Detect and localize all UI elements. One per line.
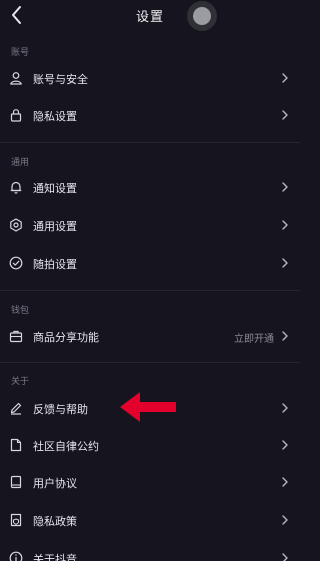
section-divider	[0, 142, 300, 143]
section-label-general: 通用	[11, 158, 30, 168]
chevron-right-icon	[282, 403, 288, 413]
pencil-icon	[10, 402, 22, 415]
chevron-right-icon	[282, 258, 288, 268]
document-icon	[10, 438, 22, 452]
chevron-right-icon	[282, 110, 288, 120]
section-divider	[0, 362, 300, 363]
row-label: 随拍设置	[33, 258, 77, 271]
row-label: 反馈与帮助	[33, 403, 88, 416]
section-divider	[0, 290, 300, 291]
row-product-sharing[interactable]: 商品分享功能 立即开通	[0, 318, 300, 355]
chevron-right-icon	[282, 477, 288, 487]
row-user-agreement[interactable]: 用户协议	[0, 464, 300, 501]
chevron-right-icon	[282, 220, 288, 230]
row-privacy-policy[interactable]: 隐私政策	[0, 502, 300, 539]
book-icon	[10, 475, 22, 489]
chevron-right-icon	[282, 440, 288, 450]
row-label: 隐私设置	[33, 110, 77, 123]
row-label: 通用设置	[33, 220, 77, 233]
gear-icon	[10, 218, 22, 232]
chevron-right-icon	[282, 331, 288, 341]
nav-bar: 设置	[0, 0, 300, 32]
settings-screen: 设置 账号 账号与安全 隐私设置 通用 通知设置 通用设置 随拍设置 钱包 商品…	[0, 0, 300, 561]
row-privacy-settings[interactable]: 隐私设置	[0, 97, 300, 134]
chevron-right-icon	[282, 515, 288, 525]
annotation-arrow-icon	[120, 392, 176, 422]
user-icon	[10, 72, 22, 85]
chevron-right-icon	[282, 73, 288, 83]
check-circle-icon	[9, 256, 23, 270]
row-label: 账号与安全	[33, 73, 88, 86]
page-title: 设置	[135, 10, 164, 25]
row-general-settings[interactable]: 通用设置	[0, 207, 300, 244]
floating-assistive-button[interactable]	[187, 1, 217, 31]
row-account-security[interactable]: 账号与安全	[0, 60, 300, 97]
row-community-guidelines[interactable]: 社区自律公约	[0, 427, 300, 464]
chevron-right-icon	[282, 182, 288, 192]
briefcase-icon	[9, 330, 23, 343]
row-label: 社区自律公约	[33, 440, 99, 453]
row-notification-settings[interactable]: 通知设置	[0, 169, 300, 206]
row-about-douyin[interactable]: 关于抖音	[0, 540, 300, 561]
info-icon	[9, 551, 23, 561]
row-label: 通知设置	[33, 182, 77, 195]
row-label: 关于抖音	[33, 553, 77, 561]
row-label: 隐私政策	[33, 515, 77, 528]
row-label: 用户协议	[33, 477, 77, 490]
row-label: 商品分享功能	[33, 331, 99, 344]
section-label-about: 关于	[11, 377, 30, 387]
bell-icon	[10, 181, 22, 194]
section-label-account: 账号	[11, 48, 30, 58]
row-shoot-settings[interactable]: 随拍设置	[0, 245, 300, 282]
section-label-wallet: 钱包	[11, 306, 30, 316]
chevron-right-icon	[282, 553, 288, 561]
activate-now-link[interactable]: 立即开通	[234, 330, 274, 345]
shield-doc-icon	[10, 513, 22, 527]
lock-icon	[10, 109, 22, 122]
